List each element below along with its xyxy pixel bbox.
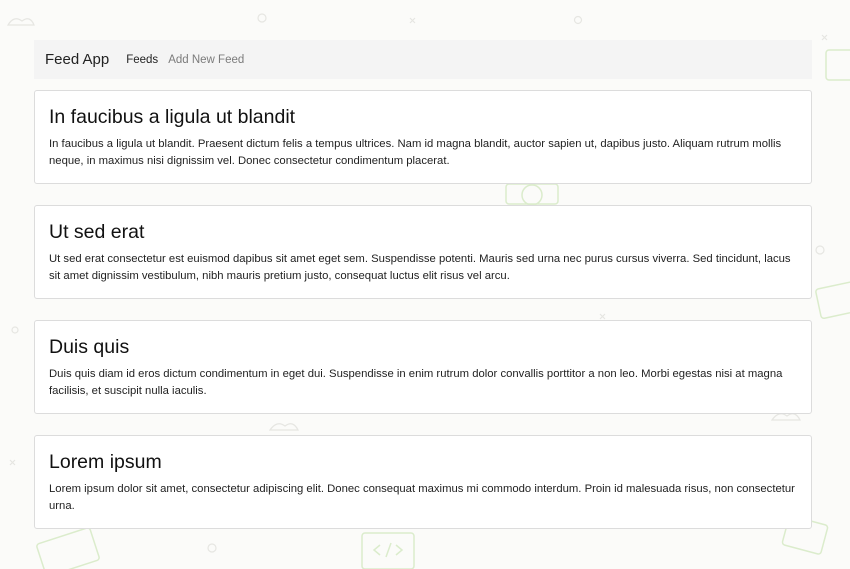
feed-body: Lorem ipsum dolor sit amet, consectetur … — [49, 483, 795, 512]
feed-card: Ut sed erat Ut sed erat consectetur est … — [34, 205, 812, 299]
feed-body: Ut sed erat consectetur est euismod dapi… — [49, 253, 791, 282]
feed-card: Duis quis Duis quis diam id eros dictum … — [34, 320, 812, 414]
feed-title: Duis quis — [49, 336, 130, 358]
nav-link-add-new-feed[interactable]: Add New Feed — [168, 54, 244, 66]
feed-title: Lorem ipsum — [49, 451, 162, 473]
feed-body: Duis quis diam id eros dictum condimentu… — [49, 368, 783, 397]
navbar: Feed App Feeds Add New Feed — [34, 40, 812, 79]
nav-link-feeds[interactable]: Feeds — [126, 54, 158, 66]
brand-link[interactable]: Feed App — [45, 51, 109, 68]
feed-title: In faucibus a ligula ut blandit — [49, 106, 296, 128]
feed-body: In faucibus a ligula ut blandit. Praesen… — [49, 138, 782, 167]
main-container: Feed App Feeds Add New Feed In faucibus … — [34, 40, 812, 550]
feed-card: In faucibus a ligula ut blandit In fauci… — [34, 90, 812, 184]
feed-card: Lorem ipsum Lorem ipsum dolor sit amet, … — [34, 435, 812, 529]
feed-list: In faucibus a ligula ut blandit In fauci… — [34, 90, 812, 529]
feed-title: Ut sed erat — [49, 221, 145, 243]
